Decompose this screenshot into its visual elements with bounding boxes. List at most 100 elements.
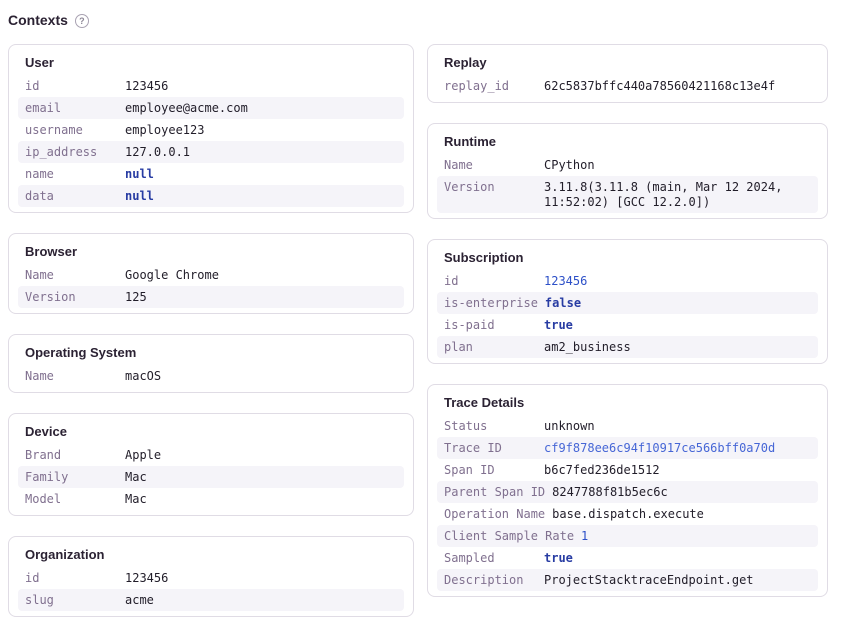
- card-subscription: Subscription id 123456 is-enterprise fal…: [427, 239, 828, 364]
- row-value-boolean: false: [545, 296, 581, 311]
- row-key: Model: [25, 492, 125, 507]
- card-title: Subscription: [428, 240, 827, 270]
- row-key: id: [444, 274, 544, 289]
- card-title: Operating System: [9, 335, 413, 365]
- card-operating-system: Operating System Name macOS: [8, 334, 414, 393]
- table-row: is-enterprise false: [437, 292, 818, 314]
- row-value-boolean: true: [544, 318, 573, 333]
- table-row: data null: [18, 185, 404, 207]
- row-key: ip_address: [25, 145, 125, 160]
- row-value: Mac: [125, 470, 147, 485]
- row-key: Name: [444, 158, 544, 173]
- card-rows: Status unknown Trace ID cf9f878ee6c94f10…: [428, 415, 827, 596]
- card-rows: Name macOS: [9, 365, 413, 392]
- row-value-number: 1: [581, 529, 588, 544]
- card-rows: id 123456 slug acme: [9, 567, 413, 616]
- table-row: ip_address 127.0.0.1: [18, 141, 404, 163]
- row-value: ProjectStacktraceEndpoint.get: [544, 573, 754, 588]
- row-value: 127.0.0.1: [125, 145, 190, 160]
- row-key: Version: [444, 180, 544, 210]
- row-key: data: [25, 189, 125, 204]
- card-title: Browser: [9, 234, 413, 264]
- row-key: Version: [25, 290, 125, 305]
- row-key: replay_id: [444, 79, 544, 94]
- row-value: base.dispatch.execute: [552, 507, 704, 522]
- table-row: slug acme: [18, 589, 404, 611]
- card-rows: Brand Apple Family Mac Model Mac: [9, 444, 413, 515]
- row-value: 125: [125, 290, 147, 305]
- row-key: is-paid: [444, 318, 544, 333]
- contexts-page: Contexts ? User id 123456 email employee…: [0, 0, 844, 617]
- table-row: Parent Span ID 8247788f81b5ec6c: [437, 481, 818, 503]
- table-row: name null: [18, 163, 404, 185]
- row-key: Parent Span ID: [444, 485, 552, 500]
- row-key: Span ID: [444, 463, 544, 478]
- table-row: Description ProjectStacktraceEndpoint.ge…: [437, 569, 818, 591]
- table-row: Trace ID cf9f878ee6c94f10917ce566bff0a70…: [437, 437, 818, 459]
- right-column: Replay replay_id 62c5837bffc440a78560421…: [427, 44, 828, 597]
- card-runtime: Runtime Name CPython Version 3.11.8(3.11…: [427, 123, 828, 219]
- row-key: is-enterprise: [444, 296, 545, 311]
- row-key: email: [25, 101, 125, 116]
- table-row: plan am2_business: [437, 336, 818, 358]
- card-title: Runtime: [428, 124, 827, 154]
- row-value: employee123: [125, 123, 204, 138]
- row-value: CPython: [544, 158, 595, 173]
- row-value: employee@acme.com: [125, 101, 248, 116]
- card-title: Trace Details: [428, 385, 827, 415]
- row-key: id: [25, 571, 125, 586]
- table-row: Family Mac: [18, 466, 404, 488]
- card-title: Organization: [9, 537, 413, 567]
- card-organization: Organization id 123456 slug acme: [8, 536, 414, 617]
- table-row: email employee@acme.com: [18, 97, 404, 119]
- table-row: is-paid true: [437, 314, 818, 336]
- table-row: Version 125: [18, 286, 404, 308]
- table-row: Span ID b6c7fed236de1512: [437, 459, 818, 481]
- row-value: 3.11.8(3.11.8 (main, Mar 12 2024, 11:52:…: [544, 180, 811, 210]
- table-row: Operation Name base.dispatch.execute: [437, 503, 818, 525]
- row-value-number: 123456: [544, 274, 587, 289]
- row-value: 123456: [125, 79, 168, 94]
- row-value-boolean: true: [544, 551, 573, 566]
- row-key: slug: [25, 593, 125, 608]
- page-title: Contexts: [8, 12, 68, 29]
- card-user: User id 123456 email employee@acme.com u…: [8, 44, 414, 213]
- card-device: Device Brand Apple Family Mac Model Mac: [8, 413, 414, 516]
- row-value: Mac: [125, 492, 147, 507]
- row-value: Apple: [125, 448, 161, 463]
- card-rows: Name Google Chrome Version 125: [9, 264, 413, 313]
- row-value: macOS: [125, 369, 161, 384]
- row-key: Status: [444, 419, 544, 434]
- page-header: Contexts ?: [8, 12, 828, 29]
- row-key: name: [25, 167, 125, 182]
- table-row: id 123456: [18, 567, 404, 589]
- card-replay: Replay replay_id 62c5837bffc440a78560421…: [427, 44, 828, 103]
- row-key: plan: [444, 340, 544, 355]
- row-key: id: [25, 79, 125, 94]
- card-trace-details: Trace Details Status unknown Trace ID cf…: [427, 384, 828, 597]
- table-row: Name CPython: [437, 154, 818, 176]
- left-column: User id 123456 email employee@acme.com u…: [8, 44, 414, 617]
- help-icon[interactable]: ?: [75, 14, 89, 28]
- row-value: am2_business: [544, 340, 631, 355]
- row-key: username: [25, 123, 125, 138]
- row-key: Trace ID: [444, 441, 544, 456]
- row-key: Client Sample Rate: [444, 529, 581, 544]
- card-rows: replay_id 62c5837bffc440a78560421168c13e…: [428, 75, 827, 102]
- table-row: Brand Apple: [18, 444, 404, 466]
- table-row: Model Mac: [18, 488, 404, 510]
- card-title: Device: [9, 414, 413, 444]
- row-key: Operation Name: [444, 507, 552, 522]
- table-row: Version 3.11.8(3.11.8 (main, Mar 12 2024…: [437, 176, 818, 213]
- table-row: Status unknown: [437, 415, 818, 437]
- card-rows: id 123456 is-enterprise false is-paid tr…: [428, 270, 827, 363]
- row-value: 123456: [125, 571, 168, 586]
- table-row: replay_id 62c5837bffc440a78560421168c13e…: [437, 75, 818, 97]
- table-row: username employee123: [18, 119, 404, 141]
- card-browser: Browser Name Google Chrome Version 125: [8, 233, 414, 314]
- trace-id-link[interactable]: cf9f878ee6c94f10917ce566bff0a70d: [544, 441, 775, 456]
- table-row: Client Sample Rate 1: [437, 525, 818, 547]
- table-row: Name Google Chrome: [18, 264, 404, 286]
- row-key: Name: [25, 268, 125, 283]
- row-value: unknown: [544, 419, 595, 434]
